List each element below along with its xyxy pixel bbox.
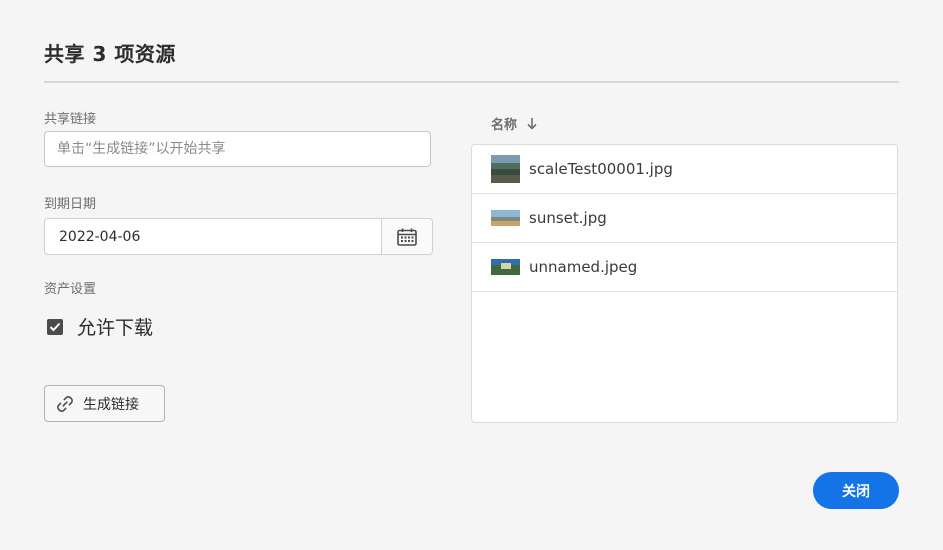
- share-dialog: 共享 3 项资源 共享链接 到期日期 2022-04-06 资产设置: [0, 0, 943, 550]
- file-name: sunset.jpg: [529, 209, 607, 227]
- link-icon: [55, 394, 75, 414]
- calendar-button[interactable]: [381, 219, 432, 254]
- arrow-down-icon: [527, 117, 537, 130]
- file-name: unnamed.jpeg: [529, 258, 638, 276]
- allow-download-checkbox[interactable]: [47, 318, 63, 335]
- close-button[interactable]: 关闭: [813, 472, 899, 509]
- file-list: scaleTest00001.jpg sunset.jpg unnamed.jp…: [471, 144, 898, 423]
- list-item[interactable]: unnamed.jpeg: [472, 243, 897, 292]
- expiry-date-value[interactable]: 2022-04-06: [45, 219, 381, 254]
- share-link-label: 共享链接: [44, 112, 97, 127]
- name-column-label: 名称: [491, 118, 518, 133]
- dialog-title: 共享 3 项资源: [44, 42, 176, 66]
- image-thumbnail-icon: [491, 259, 520, 275]
- image-thumbnail-icon: [491, 155, 520, 183]
- expiry-date-label: 到期日期: [44, 197, 97, 212]
- name-column-header[interactable]: 名称: [491, 114, 537, 133]
- calendar-icon: [397, 228, 417, 246]
- generate-link-label: 生成链接: [83, 396, 139, 413]
- allow-download-option[interactable]: 允许下载: [47, 313, 153, 340]
- checkmark-icon: [49, 322, 61, 331]
- asset-settings-label: 资产设置: [44, 282, 97, 297]
- list-item[interactable]: sunset.jpg: [472, 194, 897, 243]
- allow-download-label: 允许下载: [77, 317, 154, 339]
- expiry-date-picker[interactable]: 2022-04-06: [44, 218, 433, 255]
- title-divider: [44, 81, 899, 83]
- share-link-input[interactable]: [45, 132, 430, 166]
- file-name: scaleTest00001.jpg: [529, 160, 673, 178]
- share-link-field[interactable]: [44, 131, 431, 167]
- list-item[interactable]: scaleTest00001.jpg: [472, 145, 897, 194]
- image-thumbnail-icon: [491, 210, 520, 226]
- generate-link-button[interactable]: 生成链接: [44, 385, 165, 422]
